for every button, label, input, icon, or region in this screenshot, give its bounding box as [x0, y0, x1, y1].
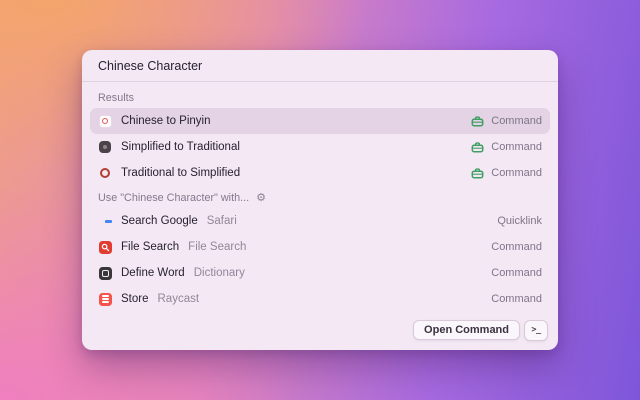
list-item-define-word[interactable]: Define Word Dictionary Command — [90, 260, 550, 286]
results-header-label: Results — [98, 92, 135, 104]
row-type-label: Quicklink — [497, 215, 542, 227]
list-item-simplified-to-traditional[interactable]: Simplified to Traditional Command — [90, 134, 550, 160]
row-title: Simplified to Traditional — [121, 141, 240, 153]
raycast-store-icon — [98, 292, 112, 306]
command-type-icon — [471, 167, 484, 179]
row-accessory: Command — [471, 115, 542, 128]
row-type-label: Command — [491, 241, 542, 253]
command-type-icon — [471, 141, 484, 153]
action-bar: Open Command >_ — [82, 316, 558, 350]
row-subtitle: Safari — [206, 215, 237, 227]
row-type-label: Command — [491, 167, 542, 179]
simplified-traditional-icon — [98, 140, 112, 154]
traditional-simplified-icon — [98, 166, 112, 180]
row-accessory: Command — [491, 241, 542, 253]
list-item-chinese-to-pinyin[interactable]: Chinese to Pinyin Command — [90, 108, 550, 134]
row-title: Chinese to Pinyin — [121, 115, 211, 127]
section-header-results: Results — [90, 86, 550, 108]
enter-key-icon: >_ — [524, 319, 548, 341]
file-search-icon — [98, 240, 112, 254]
pinyin-extension-icon — [98, 114, 112, 128]
row-title: Store — [121, 293, 149, 305]
row-title: Define Word — [121, 267, 185, 279]
use-with-header-label: Use "Chinese Character" with... — [98, 192, 250, 204]
list-item-store[interactable]: Store Raycast Command — [90, 286, 550, 312]
list-item-traditional-to-simplified[interactable]: Traditional to Simplified Command — [90, 160, 550, 186]
row-type-label: Command — [491, 267, 542, 279]
row-title: Traditional to Simplified — [121, 167, 241, 179]
row-type-label: Command — [491, 115, 542, 127]
row-accessory: Command — [471, 141, 542, 154]
row-accessory: Command — [491, 267, 542, 279]
row-title: Search Google — [121, 215, 198, 227]
dictionary-icon — [98, 266, 112, 280]
command-type-icon — [471, 115, 484, 127]
row-type-label: Command — [491, 293, 542, 305]
open-command-label: Open Command — [413, 320, 520, 340]
section-header-use-with: Use "Chinese Character" with... ⚙ — [90, 186, 550, 208]
open-command-button[interactable]: Open Command >_ — [413, 319, 548, 341]
launcher-window: Chinese Character Results Chinese to Pin… — [82, 50, 558, 350]
search-input[interactable]: Chinese Character — [98, 59, 202, 73]
gear-icon[interactable]: ⚙ — [256, 192, 266, 204]
list-item-file-search[interactable]: File Search File Search Command — [90, 234, 550, 260]
search-bar[interactable]: Chinese Character — [82, 50, 558, 82]
google-icon — [98, 214, 112, 228]
row-accessory: Command — [471, 167, 542, 180]
row-accessory: Quicklink — [497, 215, 542, 227]
row-subtitle: Dictionary — [193, 267, 245, 279]
row-type-label: Command — [491, 141, 542, 153]
row-title: File Search — [121, 241, 180, 253]
row-subtitle: Raycast — [157, 293, 200, 305]
row-accessory: Command — [491, 293, 542, 305]
row-subtitle: File Search — [188, 241, 247, 253]
list-item-search-google[interactable]: Search Google Safari Quicklink — [90, 208, 550, 234]
results-list: Results Chinese to Pinyin Command Simpli… — [82, 82, 558, 316]
